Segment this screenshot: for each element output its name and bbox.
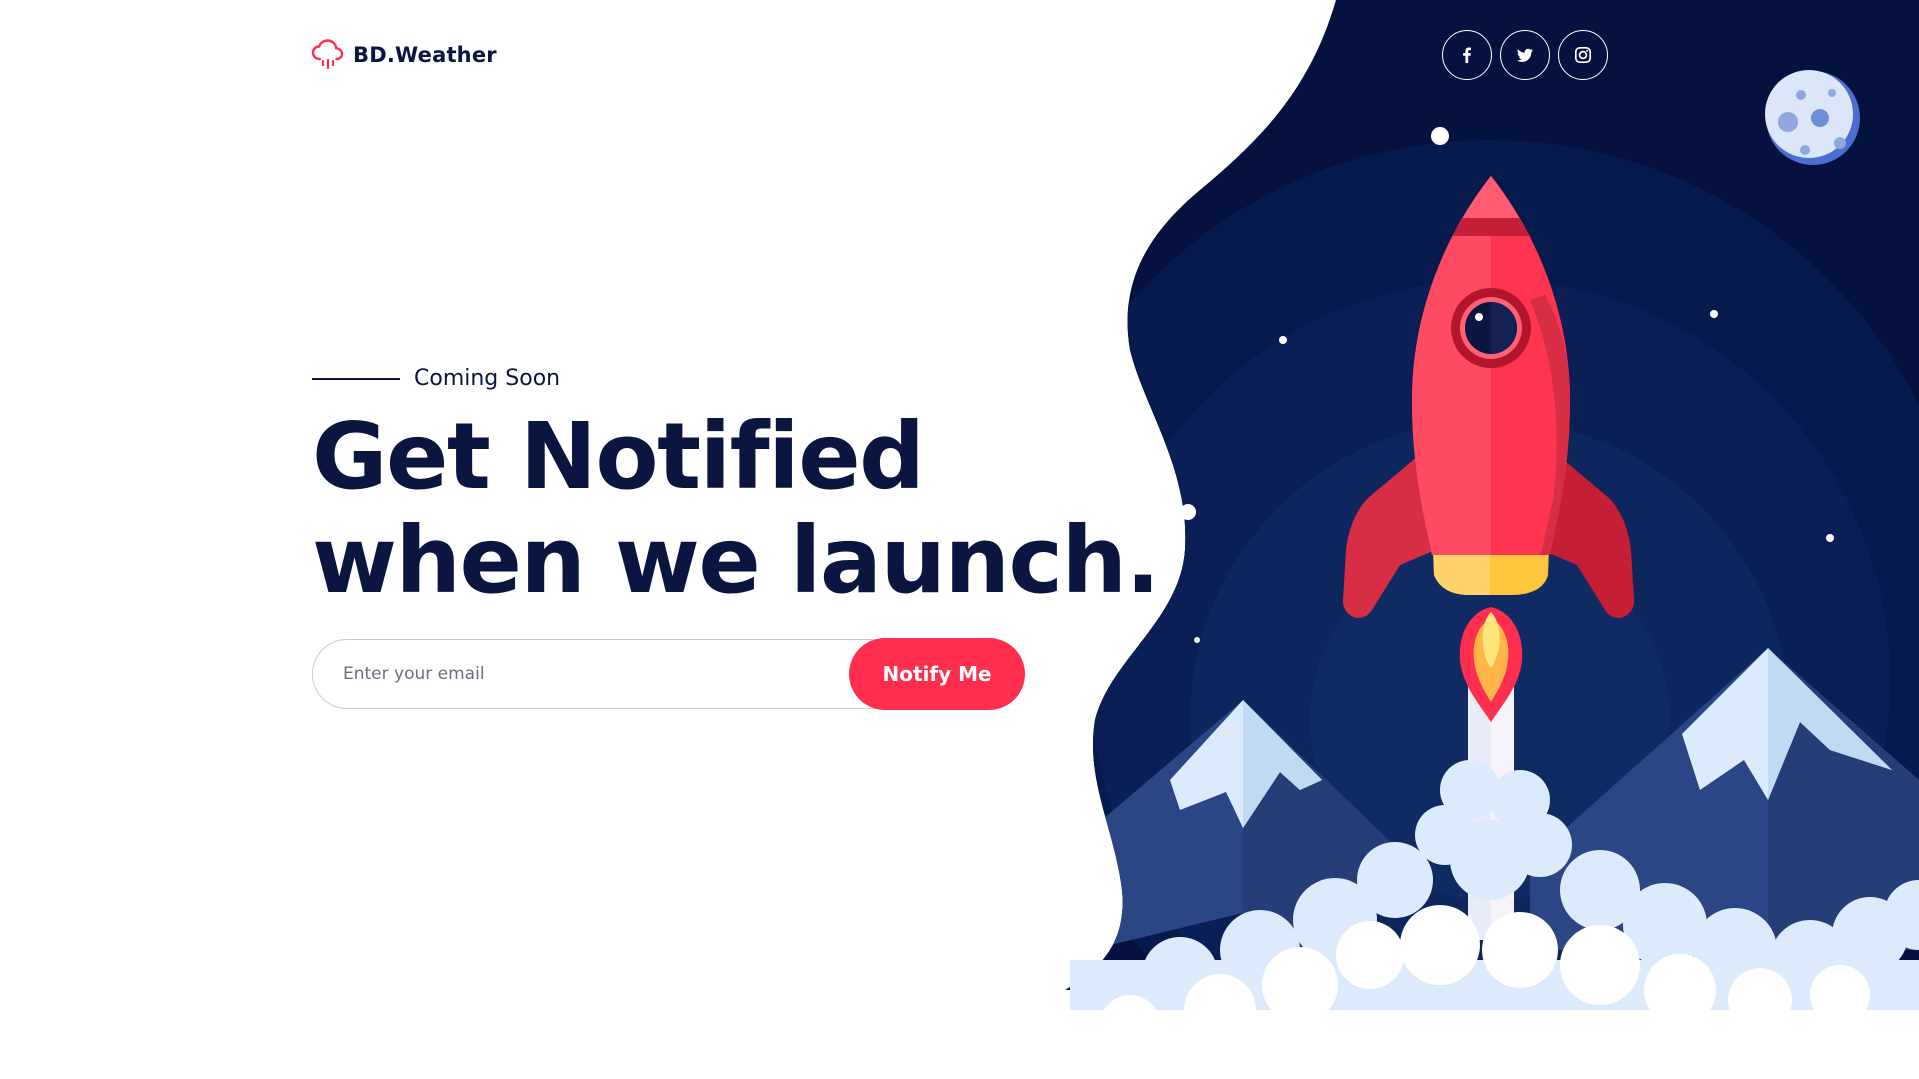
twitter-link[interactable] — [1500, 30, 1550, 80]
notify-form: Notify Me — [312, 638, 1025, 710]
headline-line-2: when we launch. — [312, 507, 1160, 614]
social-links — [1442, 30, 1608, 80]
email-input[interactable] — [313, 640, 853, 707]
brand-logo[interactable]: BD.Weather — [311, 38, 497, 72]
notify-me-button[interactable]: Notify Me — [849, 638, 1025, 710]
hero-section: Coming Soon Get Notified when we launch.… — [312, 366, 1172, 710]
eyebrow-text: Coming Soon — [414, 366, 561, 391]
facebook-link[interactable] — [1442, 30, 1492, 80]
twitter-icon — [1517, 48, 1533, 62]
coming-soon-eyebrow: Coming Soon — [312, 366, 1172, 391]
headline-line-1: Get Notified — [312, 403, 925, 510]
brand-name: BD.Weather — [353, 43, 497, 67]
cloud-rain-icon — [311, 39, 344, 70]
eyebrow-divider — [312, 377, 400, 380]
coming-soon-page: BD.Weather Coming Soon Get Notified when… — [0, 0, 1919, 1079]
page-title: Get Notified when we launch. — [312, 405, 1172, 613]
instagram-link[interactable] — [1558, 30, 1608, 80]
facebook-icon — [1463, 47, 1471, 63]
instagram-icon — [1574, 46, 1592, 64]
